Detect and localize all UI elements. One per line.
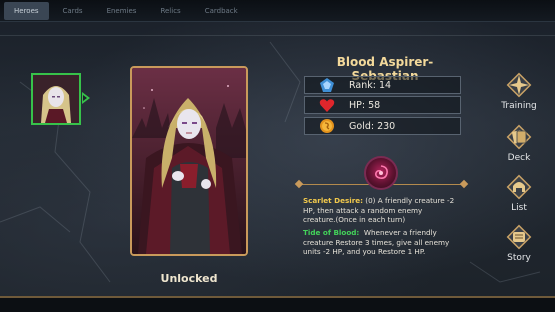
list-label: List: [511, 203, 527, 213]
skill-cost: (0): [363, 196, 378, 205]
scroll-icon: [504, 222, 534, 252]
hp-label: HP: 58: [349, 99, 381, 111]
hero-illustration: [132, 68, 246, 254]
hero-portrait-small: [33, 75, 79, 123]
stat-hp: HP: 58: [304, 96, 461, 114]
hero-unlock-status: Unlocked: [160, 272, 218, 285]
deck-button[interactable]: Deck: [494, 122, 544, 163]
training-button[interactable]: Training: [494, 70, 544, 111]
skill-name: Tide of Blood:: [303, 228, 360, 237]
tab-enemies[interactable]: Enemies: [97, 2, 147, 20]
hero-card-art: [130, 66, 248, 256]
deck-label: Deck: [507, 153, 531, 163]
gold-label: Gold: 230: [349, 120, 396, 132]
skill-scarlet-desire: Scarlet Desire: (0) A friendly creature …: [303, 196, 455, 225]
compass-star-icon: [504, 70, 534, 100]
tab-cardback[interactable]: Cardback: [195, 2, 248, 20]
tab-relics[interactable]: Relics: [150, 2, 190, 20]
helmet-icon: [504, 172, 534, 202]
tab-heroes[interactable]: Heroes: [4, 1, 49, 20]
blue-crest-icon: [318, 77, 336, 93]
rank-label: Rank: 14: [349, 79, 392, 91]
selection-arrow-inner: [83, 95, 87, 101]
cards-icon: [504, 122, 534, 152]
training-label: Training: [501, 101, 537, 111]
list-button[interactable]: List: [494, 172, 544, 213]
story-button[interactable]: Story: [494, 222, 544, 263]
red-heart-icon: [318, 97, 336, 113]
header-divider: [0, 35, 555, 36]
tab-cards[interactable]: Cards: [53, 2, 93, 20]
skill-tide-of-blood: Tide of Blood: Whenever a friendly creat…: [303, 228, 455, 257]
skill-name: Scarlet Desire:: [303, 196, 363, 205]
blood-vortex-icon[interactable]: [364, 156, 398, 190]
footer-bar: [0, 298, 555, 312]
gold-coin-icon: [318, 118, 336, 134]
stat-gold: Gold: 230: [304, 117, 461, 135]
stat-rank: Rank: 14: [304, 76, 461, 94]
top-tab-bar: Heroes Cards Enemies Relics Cardback: [0, 0, 555, 22]
story-label: Story: [507, 253, 531, 263]
stone-crack-texture: [0, 41, 541, 283]
hero-thumbnail-selected[interactable]: [31, 73, 81, 125]
